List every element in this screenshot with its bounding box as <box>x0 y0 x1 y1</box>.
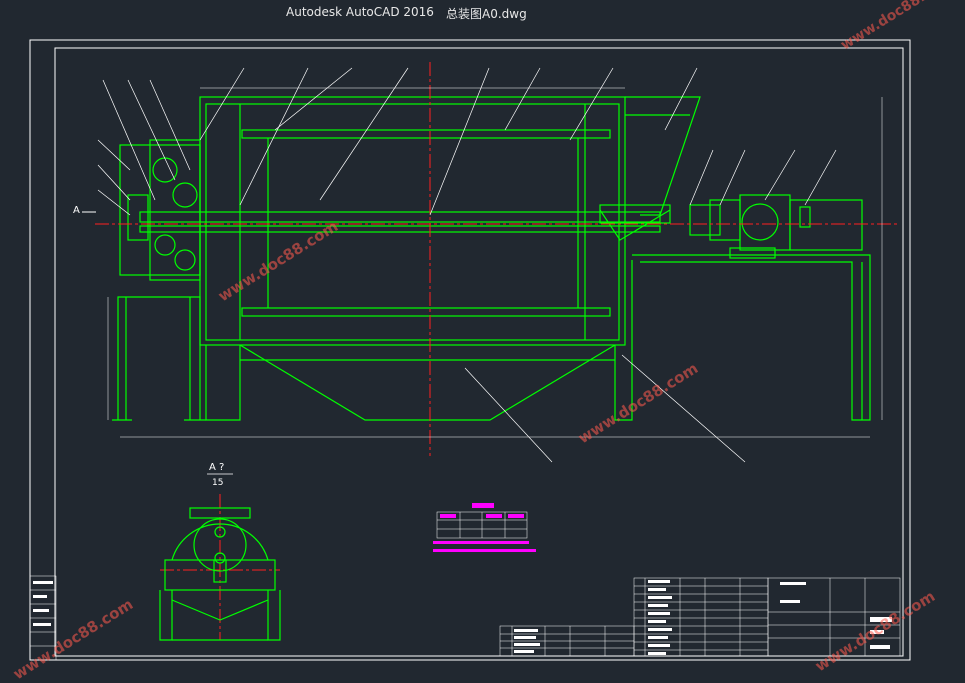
app-title: Autodesk AutoCAD 2016 <box>286 5 434 19</box>
section-view-label: A ? <box>209 462 224 473</box>
file-name: 总装图A0.dwg <box>446 7 527 21</box>
section-view-scale: 15 <box>212 478 223 488</box>
section-label: A <box>73 205 80 216</box>
outer-frame <box>29 39 911 661</box>
main-assembly <box>112 96 871 421</box>
leader-lines <box>97 67 837 463</box>
centerlines <box>95 62 900 640</box>
drawing-canvas[interactable]: A A ? 15 <box>0 24 965 681</box>
title-bar: Autodesk AutoCAD 2016 总装图A0.dwg <box>0 0 965 24</box>
technical-spec-table <box>433 503 536 552</box>
inner-frame <box>54 47 904 657</box>
section-marker: A <box>73 205 96 216</box>
title-block-text-marks <box>33 580 892 655</box>
